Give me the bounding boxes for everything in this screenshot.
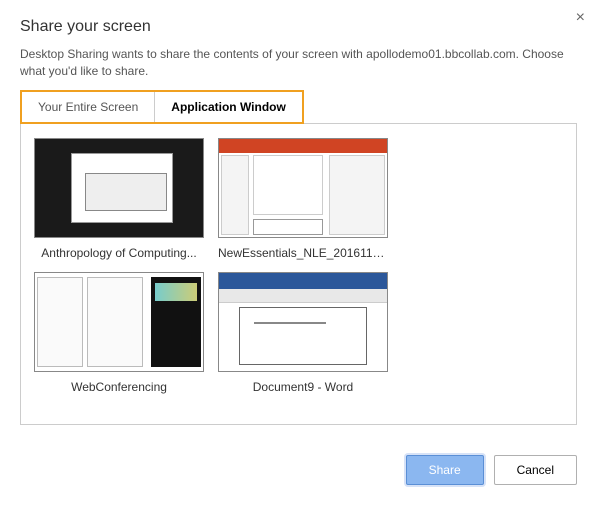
window-label: WebConferencing (71, 380, 167, 394)
window-label: NewEssentials_NLE_2016110... (218, 246, 388, 260)
dialog-description: Desktop Sharing wants to share the conte… (20, 46, 577, 80)
share-button[interactable]: Share (406, 455, 484, 485)
window-item[interactable]: WebConferencing (31, 272, 207, 394)
window-item[interactable]: Document9 - Word (215, 272, 391, 394)
window-thumbnail (34, 272, 204, 372)
window-item[interactable]: Anthropology of Computing... (31, 138, 207, 260)
tab-entire-screen[interactable]: Your Entire Screen (22, 92, 155, 122)
window-thumbnail (218, 138, 388, 238)
tab-application-window[interactable]: Application Window (155, 92, 302, 122)
dialog-title: Share your screen (20, 18, 577, 36)
window-label: Anthropology of Computing... (41, 246, 196, 260)
close-button[interactable]: × (576, 10, 585, 26)
window-thumbnail (34, 138, 204, 238)
window-grid: Anthropology of Computing... NewEssentia… (20, 123, 577, 425)
window-label: Document9 - Word (253, 380, 353, 394)
dialog-footer: Share Cancel (0, 441, 597, 499)
cancel-button[interactable]: Cancel (494, 455, 577, 485)
window-item[interactable]: NewEssentials_NLE_2016110... (215, 138, 391, 260)
window-thumbnail (218, 272, 388, 372)
source-tabs: Your Entire Screen Application Window (20, 90, 304, 124)
